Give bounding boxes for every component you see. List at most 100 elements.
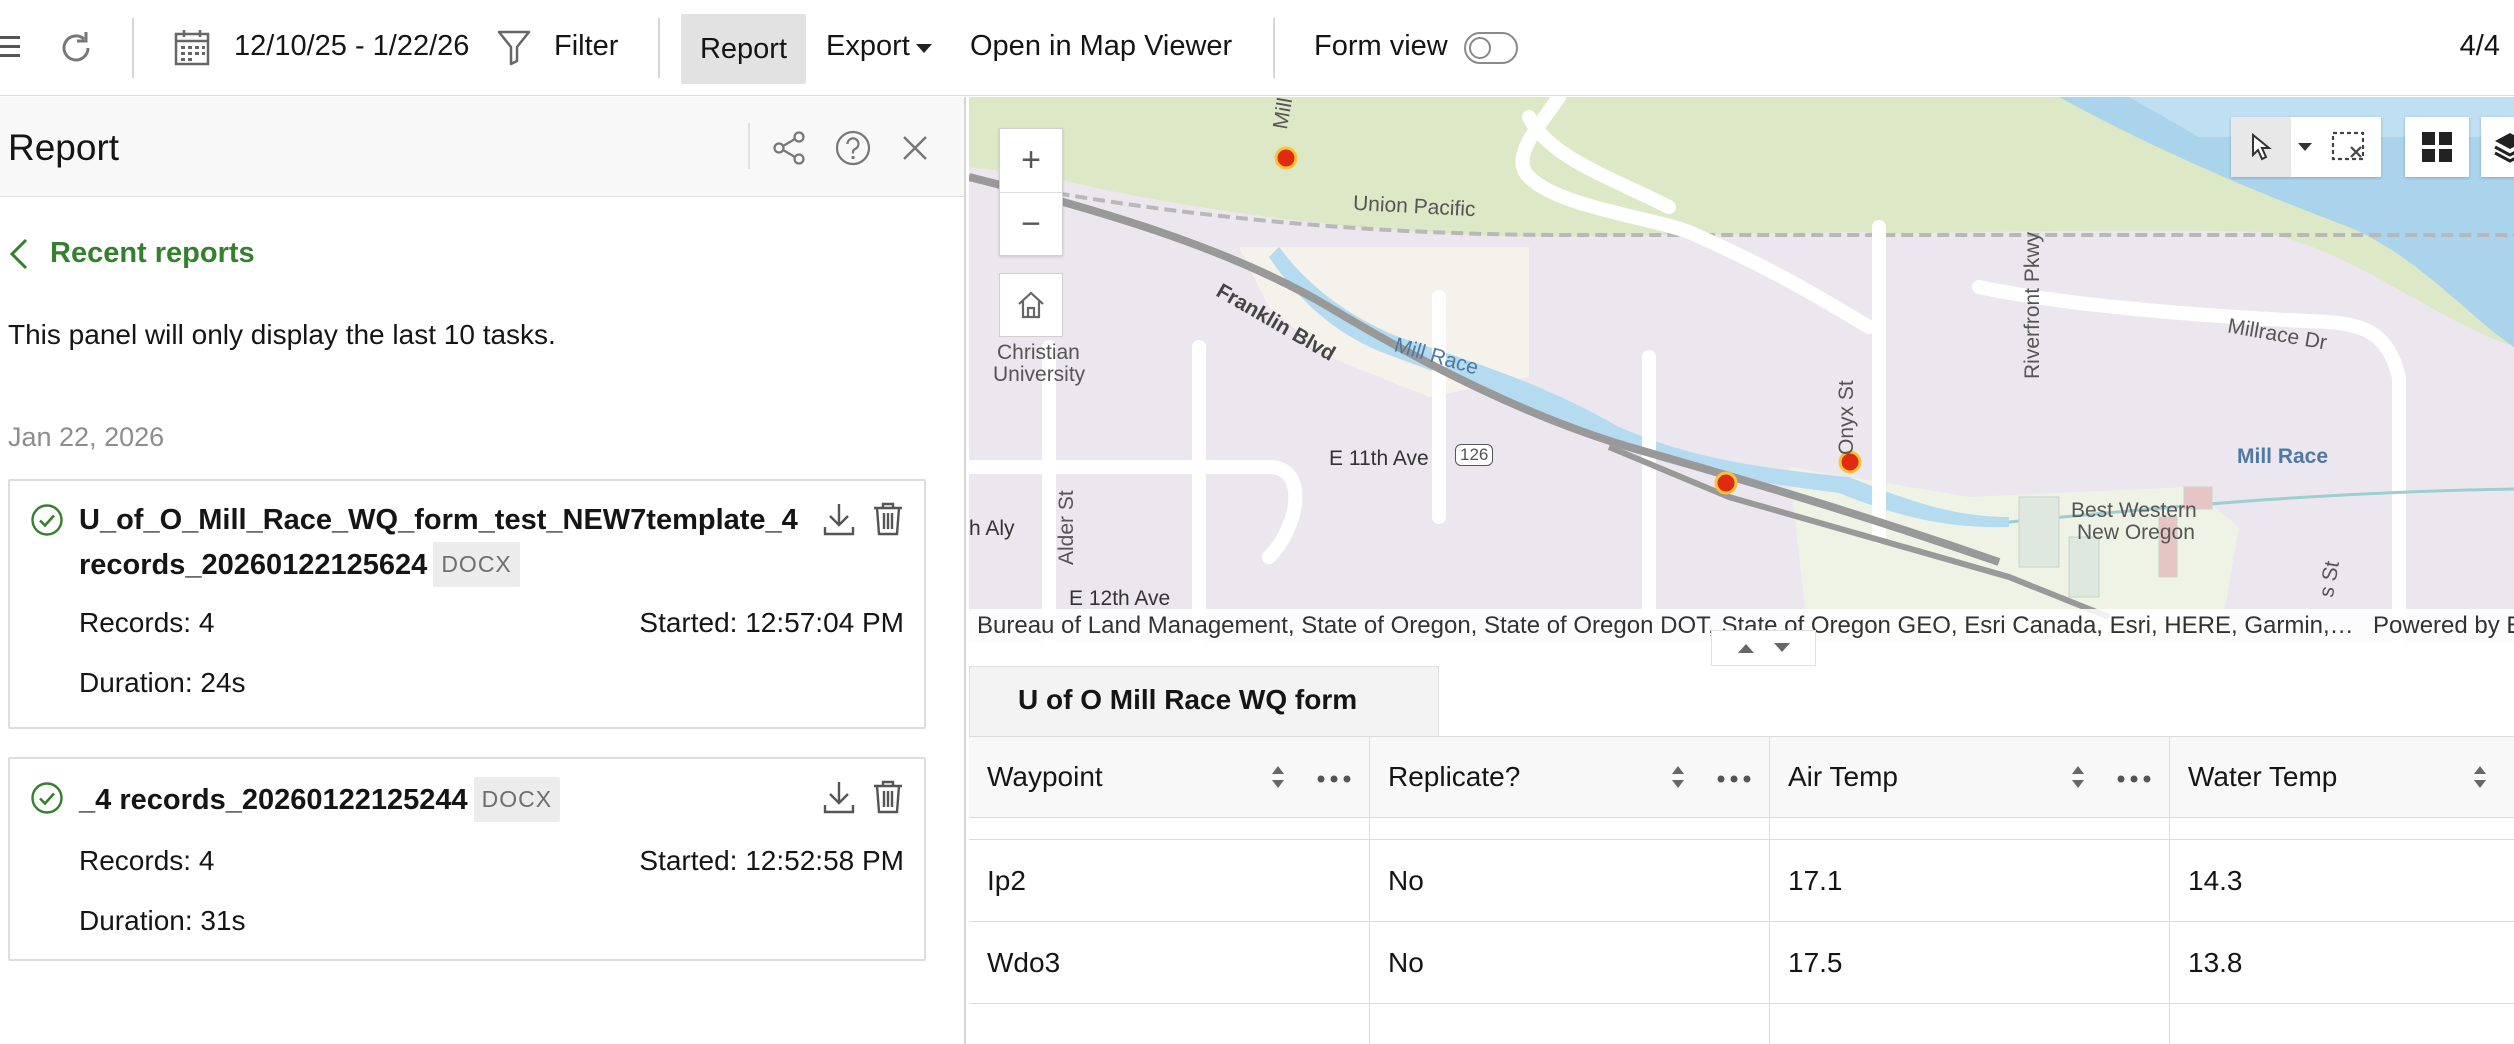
table-cell: 17.5 [1770, 922, 2170, 1003]
report-card: _4 records_20260122125244 DOCX Records: 4… [8, 757, 926, 961]
chevron-down-icon[interactable] [1773, 642, 1791, 654]
column-title: Water Temp [2188, 761, 2338, 792]
recent-reports-label: Recent reports [50, 237, 255, 269]
layers-button[interactable] [2481, 117, 2514, 177]
sort-icon[interactable] [1670, 763, 1686, 791]
share-icon[interactable] [770, 129, 808, 167]
table-tab[interactable]: U of O Mill Race WQ form [969, 666, 1439, 736]
table-cell: No [1370, 922, 1770, 1003]
layout-button[interactable] [2405, 117, 2469, 177]
report-button[interactable]: Report [681, 14, 806, 84]
duration: Duration: 31s [79, 905, 246, 936]
zoom-out-button[interactable]: − [1000, 192, 1062, 255]
table-cell [1370, 1004, 1770, 1044]
recent-reports-back-link[interactable]: Recent reports [8, 237, 255, 270]
map-view[interactable]: Mill Race Union Pacific Franklin Blvd Mi… [969, 97, 2514, 643]
table-row[interactable] [969, 1004, 2514, 1044]
map-label: Christian [997, 341, 1080, 364]
pointer-icon [2252, 132, 2272, 161]
records-count: Records: 4 [79, 845, 215, 876]
more-options-icon[interactable] [1717, 775, 1751, 783]
format-badge: DOCX [433, 542, 520, 587]
started-time: Started: 12:52:58 PM [639, 845, 904, 876]
home-icon [1018, 291, 1044, 319]
resize-handle[interactable] [1711, 630, 1816, 666]
table-row[interactable]: Wdo3 No 17.5 13.8 [969, 922, 2514, 1004]
table-header: Waypoint Replicate? Air Temp Water Temp [969, 736, 2514, 818]
filter-icon[interactable] [496, 28, 532, 66]
table-cell: Ip2 [969, 840, 1370, 921]
map-label: E 12th Ave [1069, 587, 1171, 610]
map-label: h Aly [969, 517, 1015, 540]
download-icon[interactable] [822, 501, 856, 537]
success-check-icon [31, 782, 63, 814]
selection-tools [2231, 117, 2381, 177]
date-range-button[interactable]: 12/10/25 - 1/22/26 [234, 30, 469, 63]
calendar-icon[interactable] [174, 28, 210, 66]
filter-button[interactable]: Filter [554, 30, 618, 63]
download-icon[interactable] [822, 779, 856, 815]
more-options-icon[interactable] [2117, 775, 2151, 783]
trash-icon[interactable] [872, 501, 904, 537]
grid-icon [2422, 132, 2452, 162]
table-row[interactable]: Ip2 No 17.1 14.3 [969, 840, 2514, 922]
export-button[interactable]: Export [826, 30, 910, 63]
form-view-label: Form view [1314, 30, 1448, 62]
powered-by-link[interactable]: Powered by E [2373, 609, 2514, 643]
success-check-icon [31, 504, 63, 536]
chevron-up-icon[interactable] [1737, 642, 1755, 654]
chevron-down-icon[interactable] [2297, 141, 2313, 153]
records-count: Records: 4 [79, 607, 215, 638]
refresh-icon[interactable] [56, 28, 96, 68]
sort-icon[interactable] [2070, 763, 2086, 791]
map-label: Riverfront Pkwy [2021, 231, 2044, 379]
map-label: University [993, 363, 1086, 386]
form-view-toggle[interactable] [1464, 32, 1518, 64]
table-cell: No [1370, 840, 1770, 921]
zoom-in-button[interactable]: + [1000, 129, 1062, 192]
help-icon[interactable] [834, 129, 872, 167]
clear-selection-icon[interactable] [2331, 131, 2367, 163]
panel-header: Report [0, 97, 964, 197]
report-card: U_of_O_Mill_Race_WQ_form_test_NEW7templa… [8, 479, 926, 729]
sort-icon[interactable] [1270, 763, 1286, 791]
attribute-table: Waypoint Replicate? Air Temp Water Temp … [969, 736, 2514, 1044]
report-name-line: records_20260122125624 [79, 549, 428, 581]
top-toolbar: 12/10/25 - 1/22/26 Filter Report Export … [0, 0, 2514, 96]
home-button[interactable] [999, 273, 1063, 337]
more-options-icon[interactable] [1317, 775, 1351, 783]
column-header[interactable]: Air Temp [1770, 737, 2170, 817]
table-cell: 17.1 [1770, 840, 2170, 921]
attribution-text: Bureau of Land Management, State of Oreg… [977, 612, 2354, 639]
column-header[interactable]: Waypoint [969, 737, 1370, 817]
report-name: _4 records_20260122125244 DOCX [79, 777, 799, 822]
started-time: Started: 12:57:04 PM [639, 607, 904, 638]
close-icon[interactable] [896, 129, 934, 167]
open-in-map-viewer-button[interactable]: Open in Map Viewer [970, 30, 1232, 63]
column-title: Replicate? [1388, 761, 1521, 792]
table-cell [1770, 1004, 2170, 1044]
format-badge: DOCX [473, 777, 561, 822]
table-cell: 14.3 [2188, 865, 2243, 896]
column-header[interactable]: Replicate? [1370, 737, 1770, 817]
table-cell [2170, 1004, 2514, 1044]
toolbar-divider [658, 18, 660, 78]
map-label: Mill Race [2237, 445, 2329, 468]
report-name: U_of_O_Mill_Race_WQ_form_test_NEW7templa… [79, 499, 799, 587]
chevron-left-icon [9, 238, 28, 269]
record-count: 4/4 [2459, 30, 2500, 62]
column-title: Waypoint [987, 761, 1103, 792]
map-label: E 11th Ave [1329, 447, 1429, 470]
select-pointer-button[interactable] [2231, 117, 2291, 177]
column-header[interactable]: Water Temp [2170, 737, 2514, 817]
map-label: Alder St [1055, 490, 1078, 565]
trash-icon[interactable] [872, 779, 904, 815]
toolbar-divider [1273, 18, 1275, 78]
chevron-down-icon[interactable] [916, 44, 932, 53]
header-divider [748, 123, 750, 169]
map-label: New Oregon [2077, 521, 2195, 544]
route-shield: 126 [1455, 444, 1494, 466]
column-title: Air Temp [1788, 761, 1898, 792]
sort-icon[interactable] [2472, 763, 2488, 791]
menu-icon[interactable] [0, 36, 20, 60]
